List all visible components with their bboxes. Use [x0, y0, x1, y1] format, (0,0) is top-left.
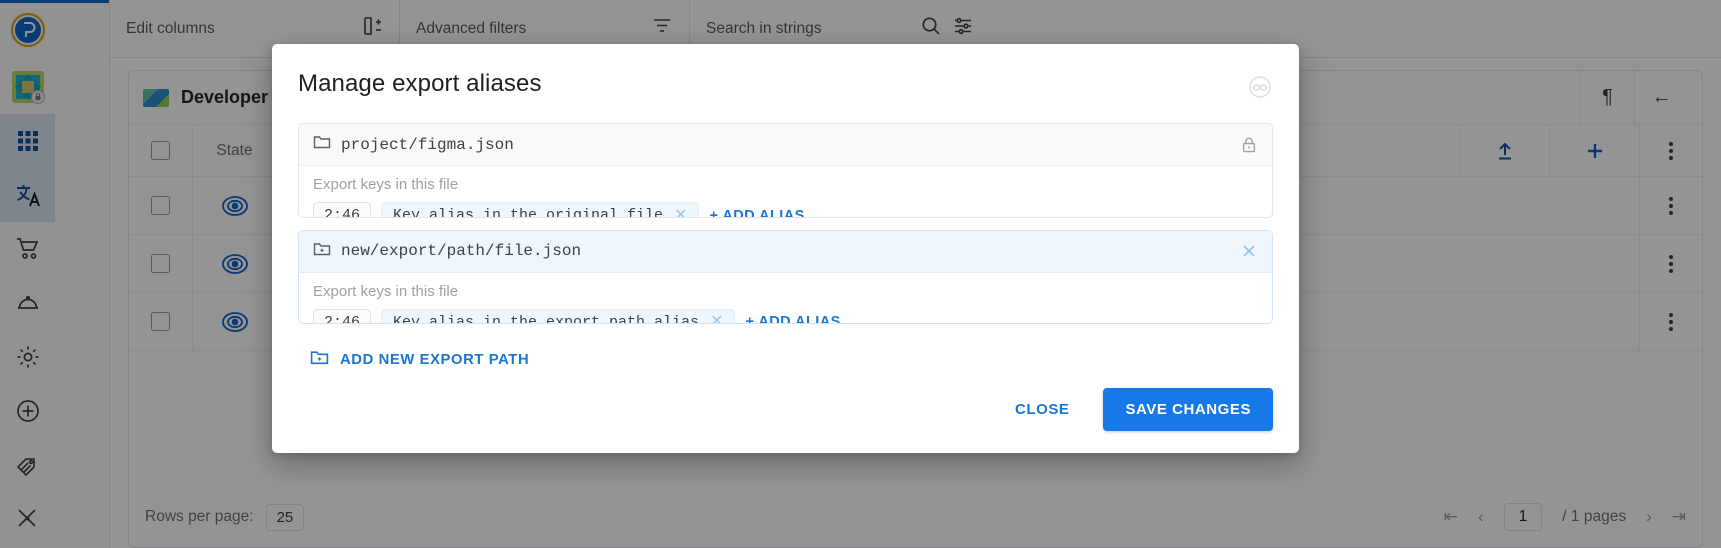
- alias-chip-label: Key alias in the original file: [393, 207, 664, 218]
- alias-chips-row: 2:46 Key alias in the original file ✕ + …: [313, 202, 1258, 218]
- add-new-export-path-button[interactable]: ADD NEW EXPORT PATH: [298, 336, 1273, 372]
- export-keys-label: Export keys in this file: [313, 282, 459, 300]
- alias-chip[interactable]: Key alias in the export path alias ✕: [381, 308, 736, 324]
- save-changes-button[interactable]: SAVE CHANGES: [1103, 388, 1273, 431]
- export-path-block: project/figma.json Export keys in this f…: [298, 123, 1273, 218]
- alias-chip-label: Key alias in the export path alias: [393, 313, 700, 324]
- alias-chip[interactable]: Key alias in the original file ✕: [381, 202, 700, 218]
- export-path-body: Export keys in this file 2:46 Key alias …: [299, 273, 1272, 324]
- folder-add-icon: [313, 240, 331, 263]
- dialog-title: Manage export aliases: [298, 70, 542, 97]
- export-path-body: Export keys in this file 2:46 Key alias …: [299, 166, 1272, 218]
- namespace-chip: 2:46: [313, 308, 372, 324]
- add-alias-button[interactable]: + ADD ALIAS: [745, 314, 840, 323]
- dialog-header: Manage export aliases: [298, 44, 1273, 123]
- close-icon[interactable]: [1240, 242, 1258, 260]
- manage-export-aliases-dialog: Manage export aliases project/figma.json: [272, 44, 1299, 453]
- remove-alias-icon[interactable]: ✕: [674, 208, 687, 217]
- lock-icon: [1240, 136, 1258, 154]
- link-chain-icon[interactable]: [1247, 74, 1273, 105]
- alias-chips-row: 2:46 Key alias in the export path alias …: [313, 308, 1258, 324]
- export-path-value: new/export/path/file.json: [341, 242, 582, 260]
- add-alias-button[interactable]: + ADD ALIAS: [709, 208, 804, 217]
- export-path-value: project/figma.json: [341, 135, 514, 154]
- add-new-export-path-label: ADD NEW EXPORT PATH: [340, 352, 530, 368]
- export-keys-label: Export keys in this file: [313, 176, 459, 193]
- dialog-footer: CLOSE SAVE CHANGES: [298, 372, 1273, 453]
- namespace-chip: 2:46: [313, 202, 372, 217]
- export-path-bar[interactable]: project/figma.json: [299, 124, 1272, 166]
- folder-icon: [313, 133, 331, 156]
- close-button[interactable]: CLOSE: [997, 391, 1087, 428]
- folder-add-icon: [310, 348, 329, 372]
- export-path-block: new/export/path/file.json Export keys in…: [298, 229, 1273, 324]
- export-path-bar[interactable]: new/export/path/file.json: [299, 230, 1272, 273]
- remove-alias-icon[interactable]: ✕: [710, 314, 723, 323]
